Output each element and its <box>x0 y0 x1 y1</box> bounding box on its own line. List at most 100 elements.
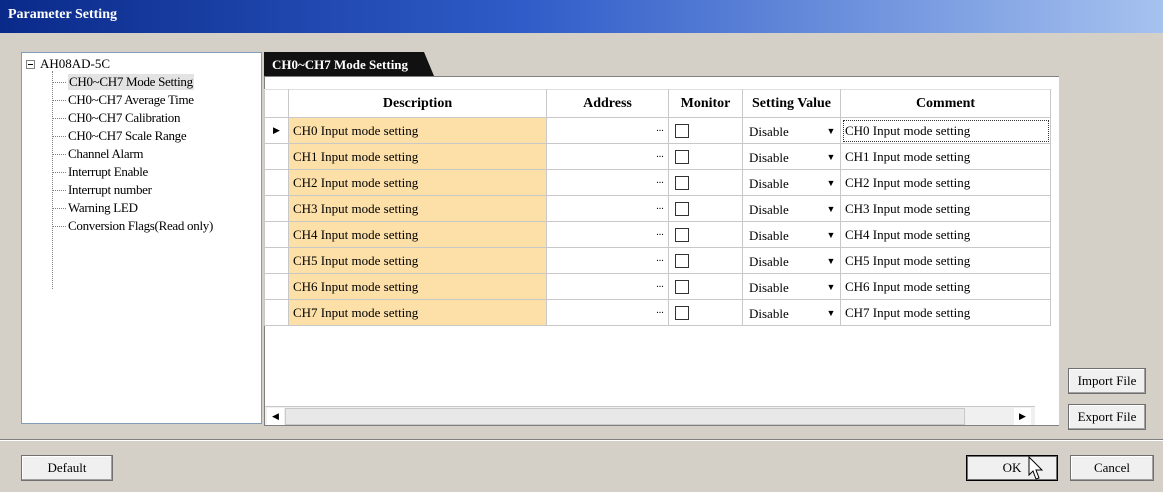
dropdown-arrow-icon[interactable]: ▼ <box>824 124 838 138</box>
monitor-cell[interactable] <box>668 143 743 170</box>
address-cell[interactable]: ... <box>546 299 669 326</box>
scroll-left-icon[interactable]: ◀ <box>267 408 284 425</box>
monitor-cell[interactable] <box>668 221 743 248</box>
row-header[interactable] <box>264 221 289 248</box>
comment-cell[interactable]: CH4 Input mode setting <box>840 221 1051 248</box>
address-cell[interactable]: ... <box>546 247 669 274</box>
address-cell[interactable]: ... <box>546 221 669 248</box>
comment-cell[interactable]: CH3 Input mode setting <box>840 195 1051 222</box>
monitor-checkbox[interactable] <box>675 175 689 190</box>
setting-value-dropdown[interactable]: Disable ▼ <box>742 195 841 222</box>
table-row[interactable]: ▶ CH0 Input mode setting ... Disable ▼ CH… <box>264 117 1051 144</box>
column-header-address[interactable]: Address <box>546 89 669 118</box>
row-header[interactable] <box>264 299 289 326</box>
browse-address-button[interactable]: ... <box>653 254 667 269</box>
monitor-checkbox[interactable] <box>675 305 689 320</box>
column-header-monitor[interactable]: Monitor <box>668 89 743 118</box>
setting-value-dropdown[interactable]: Disable ▼ <box>742 117 841 144</box>
current-row-indicator-icon[interactable]: ▶ <box>264 117 289 144</box>
dropdown-arrow-icon[interactable]: ▼ <box>824 202 838 216</box>
monitor-checkbox[interactable] <box>675 149 689 164</box>
setting-value-dropdown[interactable]: Disable ▼ <box>742 143 841 170</box>
comment-cell[interactable]: CH6 Input mode setting <box>840 273 1051 300</box>
tree-item-scale-range[interactable]: CH0~CH7 Scale Range <box>52 128 187 144</box>
description-cell[interactable]: CH4 Input mode setting <box>288 221 547 248</box>
scroll-thumb[interactable] <box>285 408 965 425</box>
description-cell[interactable]: CH3 Input mode setting <box>288 195 547 222</box>
tree-root[interactable]: AH08AD-5C <box>26 56 110 72</box>
description-cell[interactable]: CH0 Input mode setting <box>288 117 547 144</box>
address-cell[interactable]: ... <box>546 169 669 196</box>
comment-cell[interactable]: CH0 Input mode setting <box>840 117 1051 144</box>
column-header-setting-value[interactable]: Setting Value <box>742 89 841 118</box>
description-cell[interactable]: CH6 Input mode setting <box>288 273 547 300</box>
column-header-comment[interactable]: Comment <box>840 89 1051 118</box>
table-row[interactable]: CH4 Input mode setting ... Disable ▼ CH4 … <box>264 221 1051 248</box>
tree-item-calibration[interactable]: CH0~CH7 Calibration <box>52 110 181 126</box>
parameter-tree[interactable]: AH08AD-5C CH0~CH7 Mode Setting CH0~CH7 A… <box>21 52 262 424</box>
description-cell[interactable]: CH1 Input mode setting <box>288 143 547 170</box>
table-row[interactable]: CH6 Input mode setting ... Disable ▼ CH6 … <box>264 273 1051 300</box>
tree-item-conversion-flags[interactable]: Conversion Flags(Read only) <box>52 218 213 234</box>
default-button[interactable]: Default <box>21 455 113 481</box>
dropdown-arrow-icon[interactable]: ▼ <box>824 254 838 268</box>
monitor-cell[interactable] <box>668 117 743 144</box>
horizontal-scrollbar[interactable]: ◀ ▶ <box>265 406 1035 425</box>
dropdown-arrow-icon[interactable]: ▼ <box>824 150 838 164</box>
table-row[interactable]: CH3 Input mode setting ... Disable ▼ CH3 … <box>264 195 1051 222</box>
table-row[interactable]: CH1 Input mode setting ... Disable ▼ CH1 … <box>264 143 1051 170</box>
monitor-cell[interactable] <box>668 195 743 222</box>
scroll-right-icon[interactable]: ▶ <box>1014 408 1031 425</box>
monitor-cell[interactable] <box>668 169 743 196</box>
address-cell[interactable]: ... <box>546 195 669 222</box>
export-file-button[interactable]: Export File <box>1068 404 1146 430</box>
monitor-checkbox[interactable] <box>675 201 689 216</box>
row-header[interactable] <box>264 143 289 170</box>
tree-item-channel-alarm[interactable]: Channel Alarm <box>52 146 143 162</box>
collapse-icon[interactable] <box>26 59 35 69</box>
browse-address-button[interactable]: ... <box>653 280 667 295</box>
address-cell[interactable]: ... <box>546 143 669 170</box>
browse-address-button[interactable]: ... <box>653 306 667 321</box>
description-cell[interactable]: CH7 Input mode setting <box>288 299 547 326</box>
browse-address-button[interactable]: ... <box>653 202 667 217</box>
row-header[interactable] <box>264 169 289 196</box>
monitor-cell[interactable] <box>668 273 743 300</box>
import-file-button[interactable]: Import File <box>1068 368 1146 394</box>
browse-address-button[interactable]: ... <box>653 176 667 191</box>
dropdown-arrow-icon[interactable]: ▼ <box>824 280 838 294</box>
tree-item-average-time[interactable]: CH0~CH7 Average Time <box>52 92 194 108</box>
column-header-description[interactable]: Description <box>288 89 547 118</box>
setting-value-dropdown[interactable]: Disable ▼ <box>742 273 841 300</box>
address-cell[interactable]: ... <box>546 273 669 300</box>
setting-value-dropdown[interactable]: Disable ▼ <box>742 169 841 196</box>
monitor-cell[interactable] <box>668 247 743 274</box>
row-header[interactable] <box>264 195 289 222</box>
browse-address-button[interactable]: ... <box>653 124 667 139</box>
setting-value-dropdown[interactable]: Disable ▼ <box>742 299 841 326</box>
tree-item-interrupt-number[interactable]: Interrupt number <box>52 182 152 198</box>
row-header[interactable] <box>264 247 289 274</box>
monitor-checkbox[interactable] <box>675 227 689 242</box>
cancel-button[interactable]: Cancel <box>1070 455 1154 481</box>
monitor-checkbox[interactable] <box>675 123 689 138</box>
row-header[interactable] <box>264 273 289 300</box>
comment-cell[interactable]: CH2 Input mode setting <box>840 169 1051 196</box>
setting-value-dropdown[interactable]: Disable ▼ <box>742 221 841 248</box>
tree-item-interrupt-enable[interactable]: Interrupt Enable <box>52 164 148 180</box>
browse-address-button[interactable]: ... <box>653 150 667 165</box>
setting-value-dropdown[interactable]: Disable ▼ <box>742 247 841 274</box>
comment-cell[interactable]: CH7 Input mode setting <box>840 299 1051 326</box>
monitor-checkbox[interactable] <box>675 279 689 294</box>
table-row[interactable]: CH7 Input mode setting ... Disable ▼ CH7 … <box>264 299 1051 326</box>
monitor-checkbox[interactable] <box>675 253 689 268</box>
comment-cell[interactable]: CH1 Input mode setting <box>840 143 1051 170</box>
comment-cell[interactable]: CH5 Input mode setting <box>840 247 1051 274</box>
table-row[interactable]: CH2 Input mode setting ... Disable ▼ CH2 … <box>264 169 1051 196</box>
description-cell[interactable]: CH5 Input mode setting <box>288 247 547 274</box>
monitor-cell[interactable] <box>668 299 743 326</box>
dropdown-arrow-icon[interactable]: ▼ <box>824 306 838 320</box>
address-cell[interactable]: ... <box>546 117 669 144</box>
browse-address-button[interactable]: ... <box>653 228 667 243</box>
tree-item-mode-setting[interactable]: CH0~CH7 Mode Setting <box>52 74 194 90</box>
